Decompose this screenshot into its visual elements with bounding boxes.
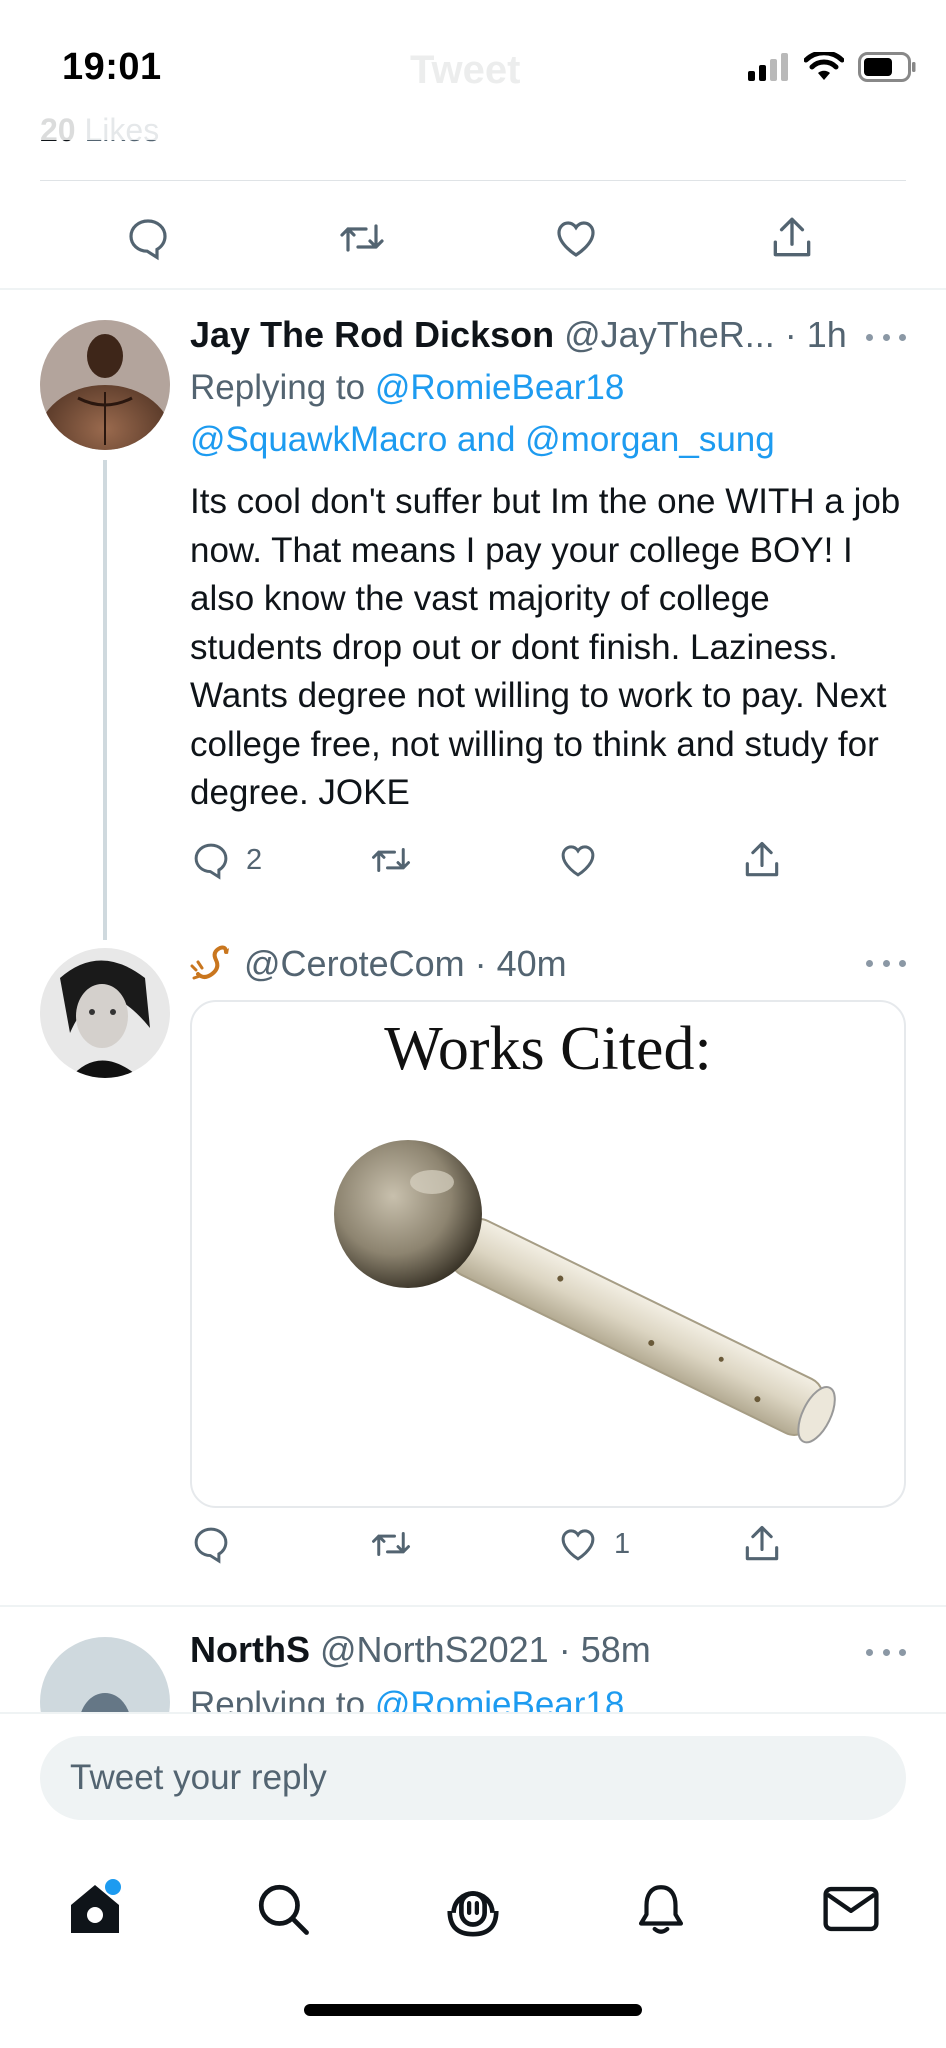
tab-home[interactable] xyxy=(60,1874,130,1944)
display-name[interactable]: Jay The Rod Dickson xyxy=(190,314,554,355)
reply-count: 2 xyxy=(246,843,263,876)
mention-link[interactable]: @SquawkMacro xyxy=(190,420,447,459)
avatar-image xyxy=(40,320,170,450)
media-image[interactable]: Works Cited: xyxy=(190,1000,906,1508)
mention-link[interactable]: @RomieBear18 xyxy=(375,368,625,407)
retweet-button[interactable] xyxy=(368,1516,414,1572)
search-icon xyxy=(258,1884,309,1935)
cellular-signal-icon xyxy=(748,53,788,81)
share-icon xyxy=(773,217,811,257)
pipe-image xyxy=(334,1140,836,1444)
tweet-time: · 58m xyxy=(558,1629,651,1670)
avatar[interactable] xyxy=(40,948,170,1078)
reply-icon xyxy=(194,1527,228,1564)
tab-search[interactable] xyxy=(248,1874,318,1944)
reply-button[interactable] xyxy=(190,1516,232,1572)
avatar-image xyxy=(40,948,170,1078)
retweet-icon xyxy=(372,848,410,872)
replying-to: Replying to @RomieBear18 xyxy=(190,1679,906,1712)
reply-tweet[interactable]: @CeroteCom · 40m Works Cited: 1 xyxy=(0,920,946,1600)
reply-tweet[interactable]: NorthS @NorthS2021 · 58m Replying to @Ro… xyxy=(0,1607,946,1712)
heart-icon xyxy=(561,845,595,877)
heart-icon xyxy=(557,221,595,257)
user-handle[interactable]: @NorthS2021 xyxy=(320,1629,549,1670)
focused-tweet-actions xyxy=(0,200,946,272)
notifications-icon xyxy=(638,1885,684,1934)
tweet-time: · 40m xyxy=(474,943,567,984)
share-button[interactable] xyxy=(764,210,820,266)
replying-to: Replying to @RomieBear18 @SquawkMacro an… xyxy=(190,362,906,466)
home-icon xyxy=(71,1879,121,1933)
like-count: 1 xyxy=(614,1527,631,1560)
tweet-header: NorthS @NorthS2021 · 58m xyxy=(190,1629,906,1671)
tweet-header: Jay The Rod Dickson @JayTheR... · 1h xyxy=(190,314,906,356)
scorpion-emoji xyxy=(190,945,229,980)
heart-icon xyxy=(561,1529,595,1561)
user-handle[interactable]: @JayTheR... xyxy=(564,314,775,355)
reply-compose-input[interactable]: Tweet your reply xyxy=(40,1736,906,1820)
tab-notifications[interactable] xyxy=(626,1874,696,1944)
more-options-button[interactable] xyxy=(866,948,906,978)
separator xyxy=(0,288,946,290)
compose-placeholder: Tweet your reply xyxy=(70,1758,327,1797)
thread-connector xyxy=(103,460,107,940)
battery-icon xyxy=(858,52,916,82)
bottom-bar: Tweet your reply xyxy=(0,1712,946,2048)
divider xyxy=(40,180,906,181)
tweet-text: Its cool don't suffer but Im the one WIT… xyxy=(190,482,901,812)
like-button[interactable]: 1 xyxy=(556,1516,630,1572)
tweet-header: @CeroteCom · 40m xyxy=(190,940,906,985)
tab-spaces[interactable] xyxy=(438,1874,508,1944)
more-options-button[interactable] xyxy=(866,1637,906,1667)
retweet-button[interactable] xyxy=(368,832,414,888)
replying-prefix: Replying to xyxy=(190,1685,375,1712)
retweet-button[interactable] xyxy=(334,210,390,266)
retweet-icon xyxy=(340,224,384,252)
reply-icon xyxy=(194,843,228,880)
tweet-actions: 2 xyxy=(190,832,790,888)
replying-and: and xyxy=(447,420,526,459)
user-handle[interactable]: @CeroteCom xyxy=(244,943,465,984)
like-button[interactable] xyxy=(548,210,604,266)
share-icon xyxy=(745,841,779,877)
mention-link[interactable]: @RomieBear18 xyxy=(375,1685,625,1712)
tweet-actions: 1 xyxy=(190,1516,790,1572)
more-options-button[interactable] xyxy=(866,322,906,352)
tweet-time: · 1h xyxy=(784,314,847,355)
share-button[interactable] xyxy=(740,1516,784,1572)
messages-icon xyxy=(823,1886,879,1932)
wifi-icon xyxy=(804,52,844,80)
mention-link[interactable]: @morgan_sung xyxy=(525,420,775,459)
reply-tweet[interactable]: Jay The Rod Dickson @JayTheR... · 1h Rep… xyxy=(0,300,946,940)
status-bar: Tweet 19:01 xyxy=(0,0,946,140)
status-time: 19:01 xyxy=(62,46,162,88)
default-avatar-icon xyxy=(40,1637,170,1712)
status-icons xyxy=(748,52,916,82)
share-icon xyxy=(745,1525,779,1561)
tab-bar xyxy=(0,1874,946,1974)
spaces-icon xyxy=(447,1891,499,1937)
header-title: Tweet xyxy=(410,48,521,92)
like-button[interactable] xyxy=(556,832,600,888)
avatar[interactable] xyxy=(40,320,170,450)
reply-button[interactable]: 2 xyxy=(190,832,262,888)
replying-prefix: Replying to xyxy=(190,368,375,407)
home-indicator[interactable] xyxy=(304,2004,642,2016)
avatar[interactable] xyxy=(40,1637,170,1712)
share-button[interactable] xyxy=(740,832,784,888)
reply-button[interactable] xyxy=(120,210,176,266)
reply-icon xyxy=(129,219,167,261)
display-name[interactable]: NorthS xyxy=(190,1629,310,1670)
tab-messages[interactable] xyxy=(816,1874,886,1944)
retweet-icon xyxy=(372,1532,410,1556)
